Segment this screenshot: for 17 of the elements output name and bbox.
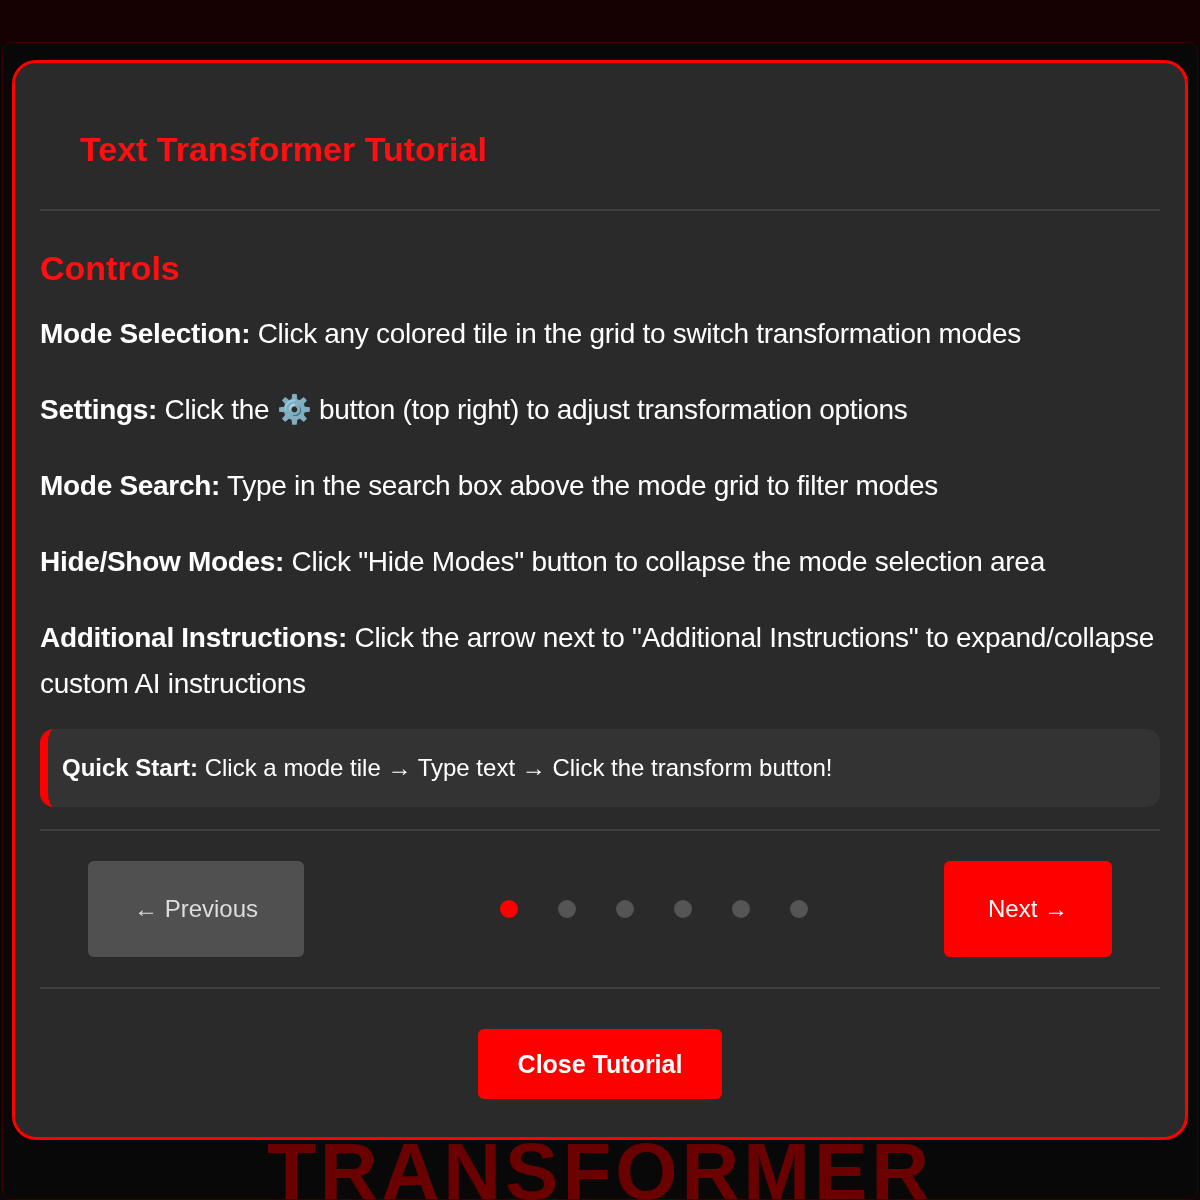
step-dot[interactable]: [616, 900, 634, 918]
instruction-text: Settings: Click the ⚙ button (top right) to adjust transformation options: [40, 393, 909, 427]
instruction-text: Hide/Show Modes: Click "Hide Modes" button to collapse the mode selection area: [40, 545, 1047, 579]
step-dot[interactable]: [558, 900, 576, 918]
close-tutorial-button[interactable]: Close Tutorial: [478, 1029, 722, 1099]
step-dot[interactable]: [790, 900, 808, 918]
banner-text: TRANSFORMER: [265, 1132, 935, 1200]
section-heading: Controls: [40, 248, 181, 289]
instruction-text: Mode Search: Type in the search box above the mode grid to filter modes: [40, 469, 939, 503]
tip-text: Quick Start: Click a mode tile → Type text → Click the transform button!: [62, 754, 833, 782]
instruction-text: Mode Selection: Click any colored tile in the grid to switch transformation modes: [40, 317, 1022, 351]
step-dot[interactable]: [732, 900, 750, 918]
dialog-title: Text Transformer Tutorial: [80, 129, 488, 169]
step-dot[interactable]: [674, 900, 692, 918]
next-button[interactable]: Next →: [944, 861, 1112, 957]
instruction-text: Additional Instructions: Click the arrow next to "Additional Instructions" to expand/collapse custom AI instructions: [40, 621, 1155, 701]
step-dot[interactable]: [500, 900, 518, 918]
